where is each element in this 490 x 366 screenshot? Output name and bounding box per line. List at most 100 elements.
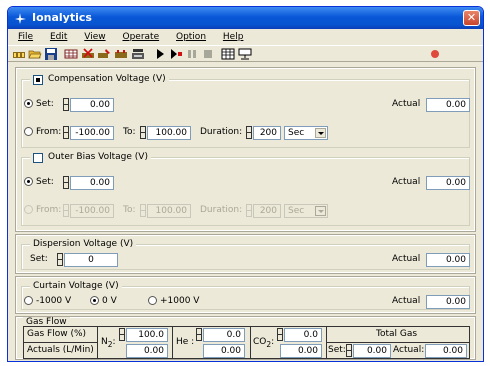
total-set-input[interactable]: 0.00 [353,344,391,358]
compensation-voltage-legend: Compensation Voltage (V) [30,74,169,85]
open-rack-icon[interactable] [12,48,26,60]
outer-bias-voltage-title: Outer Bias Voltage (V) [48,152,148,162]
compensation-to-input[interactable]: 100.00 [147,126,191,140]
save-disk-icon[interactable] [44,48,58,60]
menu-help[interactable]: Help [218,30,246,44]
compensation-actual-value: 0.00 [426,98,470,112]
title-bar[interactable]: Ionalytics ✕ [8,7,483,29]
grid-icon[interactable] [64,48,78,60]
divider [24,342,97,343]
n2-label-suffix: : [112,337,116,347]
menu-file[interactable]: File [13,30,35,44]
total-set-label: Set: [328,345,346,355]
outer-bias-set-label: Set: [36,177,54,187]
chevron-down-icon [315,206,326,216]
divider [97,327,98,358]
n2-set-input[interactable]: 100.0 [126,328,168,342]
menu-option[interactable]: Option [171,30,208,44]
curtain-option-radio[interactable] [90,296,99,305]
monitor-icon[interactable] [238,48,252,60]
record-icon[interactable] [428,48,442,60]
outer-bias-duration-input[interactable]: 200 [253,204,281,218]
outer-bias-voltage-group: Outer Bias Voltage (V) Set: 0.00 Actual … [21,152,470,226]
method-icon[interactable] [131,48,145,60]
compensation-enable-checkbox[interactable] [33,75,43,85]
curtain-option-label: -1000 V [36,296,72,306]
dispersion-actual-label: Actual [392,254,421,264]
outer-bias-actual-label: Actual [392,177,421,187]
run-step-icon[interactable] [169,48,183,60]
compensation-set-label: Set: [36,99,54,109]
pause-icon[interactable] [185,48,199,60]
menu-edit[interactable]: Edit [45,30,69,44]
compensation-duration-spinner[interactable] [246,126,252,139]
he-actual-value: 0.00 [203,344,245,358]
table-icon[interactable] [221,48,235,60]
compensation-from-spinner[interactable] [63,126,69,139]
compensation-set-radio[interactable] [24,99,33,108]
compensation-duration-input[interactable]: 200 [253,126,281,140]
compensation-from-radio[interactable] [24,127,33,136]
compensation-from-label: From: [36,127,62,137]
close-button[interactable]: ✕ [463,10,480,26]
he-set-input[interactable]: 0.0 [203,328,245,342]
curtain-actual-value: 0.00 [426,295,470,309]
co2-label-suffix: : [271,337,275,347]
run-icon[interactable] [153,48,167,60]
content-area: Compensation Voltage (V) Set: 0.00 Actua… [12,64,479,360]
dispersion-voltage-group: Dispersion Voltage (V) Set: 0 Actual 0.0… [21,239,470,270]
outer-bias-to-label: To: [123,205,136,215]
outer-bias-set-radio[interactable] [24,177,33,186]
curtain-option-radio[interactable] [148,296,157,305]
co2-spinner[interactable] [277,328,283,341]
outer-bias-from-input[interactable]: -100.00 [70,204,114,218]
toolbar [8,45,483,62]
compensation-unit-value: Sec [288,128,305,138]
dispersion-set-input[interactable]: 0 [64,253,118,267]
gas-flow-table: Gas Flow (%) Actuals (L/Min) N2: 100.0 0… [23,326,470,359]
menu-view[interactable]: View [79,30,107,44]
divider [172,327,173,358]
co2-set-input[interactable]: 0.0 [284,328,322,342]
outer-bias-enable-checkbox[interactable] [33,153,43,163]
compensation-from-input[interactable]: -100.00 [70,126,114,140]
dispersion-voltage-title: Dispersion Voltage (V) [30,239,137,249]
outer-bias-set-input[interactable]: 0.00 [70,176,114,190]
outer-bias-unit-select[interactable]: Sec [284,204,328,218]
curtain-panel: Curtain Voltage (V) -1000 V 0 V +1000 V … [15,276,476,314]
compensation-unit-select[interactable]: Sec [284,126,328,140]
outer-bias-from-radio[interactable] [24,205,33,214]
divider [326,342,469,343]
compensation-set-spinner[interactable] [63,98,69,111]
outer-bias-from-spinner[interactable] [63,204,69,217]
co2-label-text: CO [253,337,267,347]
voltage-panel: Compensation Voltage (V) Set: 0.00 Actua… [15,67,476,232]
he-spinner[interactable] [196,328,202,341]
rack-config-icon[interactable] [114,48,128,60]
total-set-spinner[interactable] [346,344,352,357]
total-actual-value: 0.00 [425,344,467,358]
curtain-option-radio[interactable] [24,296,33,305]
menu-operate[interactable]: Operate [117,30,161,44]
outer-bias-to-input[interactable]: 100.00 [147,204,191,218]
dispersion-set-label: Set: [30,254,48,264]
dispersion-set-spinner[interactable] [57,253,63,266]
stop-icon[interactable] [201,48,215,60]
open-folder-icon[interactable] [28,48,42,60]
outer-bias-duration-spinner[interactable] [246,204,252,217]
gas-flow-actuals-label: Actuals (L/Min) [27,345,94,355]
curtain-voltage-group: Curtain Voltage (V) -1000 V 0 V +1000 V … [21,281,470,310]
outer-bias-to-spinner[interactable] [140,204,146,217]
he-label: He : [176,337,195,347]
compensation-to-label: To: [123,127,136,137]
n2-spinner[interactable] [119,328,125,341]
outer-bias-set-spinner[interactable] [63,176,69,189]
n2-actual-value: 0.00 [126,344,168,358]
curtain-option-label: +1000 V [160,296,200,306]
delete-rack-icon[interactable] [81,48,95,60]
compensation-to-spinner[interactable] [140,126,146,139]
curtain-voltage-title: Curtain Voltage (V) [30,281,122,291]
edit-rack-icon[interactable] [97,48,111,60]
app-logo-icon [15,13,26,24]
compensation-set-input[interactable]: 0.00 [70,98,114,112]
